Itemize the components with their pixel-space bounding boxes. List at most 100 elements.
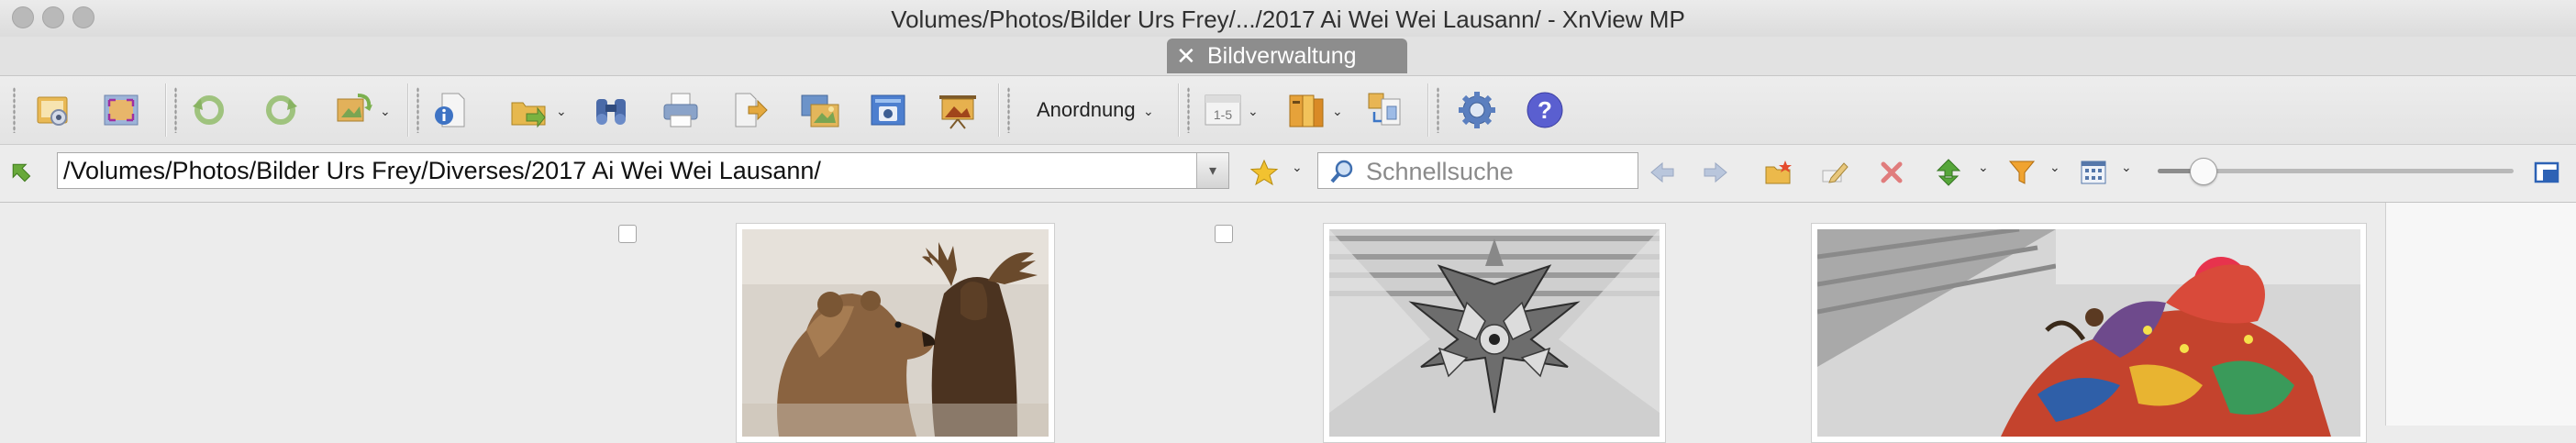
rotate-right-icon xyxy=(266,95,297,125)
properties-button[interactable] xyxy=(427,89,472,131)
delete-icon xyxy=(1881,161,1903,183)
new-folder-button[interactable] xyxy=(1761,156,1794,189)
favorites-button[interactable] xyxy=(1248,156,1281,189)
toolbar-grip[interactable] xyxy=(174,87,177,133)
fullscreen-button[interactable] xyxy=(99,89,143,131)
rotate-right-button[interactable] xyxy=(259,89,303,131)
forward-button[interactable] xyxy=(1699,156,1732,189)
back-button[interactable] xyxy=(1646,156,1679,189)
toolbar-grip[interactable] xyxy=(1187,87,1190,133)
print-button[interactable] xyxy=(659,89,703,131)
toolbar-separator xyxy=(1427,83,1429,137)
browser-content xyxy=(0,203,2576,443)
thumbnail-image[interactable] xyxy=(736,223,1055,443)
bear-and-moose-photo xyxy=(742,229,1049,437)
properties-icon xyxy=(435,93,465,127)
move-to-button[interactable] xyxy=(728,89,772,131)
main-toolbar: ⌄ ⌄ Anordnung ⌄ 1-5 ⌄ ⌄ ? xyxy=(0,76,2576,145)
thumbnail-grid-icon xyxy=(2081,161,2106,184)
slider-knob[interactable] xyxy=(2190,158,2218,185)
move-icon xyxy=(735,93,768,127)
book-icon xyxy=(1289,94,1324,127)
capture-button[interactable] xyxy=(866,89,910,131)
delete-button[interactable] xyxy=(1875,156,1908,189)
settings-icon xyxy=(1459,92,1495,128)
page-range-button[interactable]: 1-5 xyxy=(1202,89,1246,131)
find-button[interactable] xyxy=(589,89,633,131)
toolbar-grip[interactable] xyxy=(1437,87,1439,133)
export-dropdown-icon[interactable]: ⌄ xyxy=(556,104,567,119)
binoculars-icon xyxy=(596,99,626,125)
page-range-dropdown-icon[interactable]: ⌄ xyxy=(1248,104,1259,119)
search-placeholder: Schnellsuche xyxy=(1366,158,1514,185)
open-folder-button[interactable] xyxy=(31,89,75,131)
compare-icon xyxy=(1368,93,1401,126)
page-range-label: 1-5 xyxy=(1214,107,1232,122)
forward-arrow-icon xyxy=(1704,161,1727,183)
book-button[interactable] xyxy=(1284,89,1328,131)
sync-dropdown-icon[interactable]: ⌄ xyxy=(1978,160,1989,175)
filter-dropdown-icon[interactable]: ⌄ xyxy=(2049,160,2060,175)
help-button[interactable]: ? xyxy=(1523,89,1567,131)
view-mode-button[interactable] xyxy=(2077,156,2110,189)
view-mode-dropdown-icon[interactable]: ⌄ xyxy=(2121,160,2132,175)
settings-button[interactable] xyxy=(1455,89,1499,131)
edit-image-icon xyxy=(337,94,372,122)
panel-toggle-button[interactable] xyxy=(2530,156,2563,189)
thumbnail-cell[interactable] xyxy=(1789,203,2386,443)
window-titlebar: Volumes/Photos/Bilder Urs Frey/.../2017 … xyxy=(0,0,2576,37)
chevron-down-icon: ▾ xyxy=(1208,163,1217,179)
sync-button[interactable] xyxy=(1932,156,1965,189)
export-icon xyxy=(511,102,546,128)
slideshow-button[interactable] xyxy=(936,89,980,131)
thumbnail-checkbox[interactable] xyxy=(618,225,637,243)
toolbar-separator xyxy=(407,83,409,137)
toolbar-grip[interactable] xyxy=(416,87,419,133)
thumbnail-image[interactable] xyxy=(1811,223,2367,443)
capture-icon xyxy=(871,94,905,126)
quick-search-input[interactable]: Schnellsuche xyxy=(1317,152,1638,189)
star-icon xyxy=(1249,159,1279,186)
edit-image-button[interactable] xyxy=(332,89,376,131)
search-icon xyxy=(1330,160,1353,183)
arrange-menu[interactable]: Anordnung xyxy=(1037,98,1136,122)
edit-image-dropdown-icon[interactable]: ⌄ xyxy=(380,104,391,119)
svg-text:?: ? xyxy=(1538,96,1552,124)
paper-kite-sculpture-photo xyxy=(1329,229,1660,437)
tab-close-icon[interactable]: ✕ xyxy=(1176,39,1196,73)
thumbnail-cell[interactable] xyxy=(1193,203,1790,443)
new-folder-icon xyxy=(1765,161,1792,184)
filter-button[interactable] xyxy=(2005,156,2038,189)
page-range-icon: 1-5 xyxy=(1205,94,1241,126)
up-folder-button[interactable] xyxy=(6,156,39,189)
toolbar-separator xyxy=(165,83,167,137)
toolbar-separator xyxy=(1178,83,1180,137)
toolbar-grip[interactable] xyxy=(1007,87,1010,133)
path-dropdown-button[interactable]: ▾ xyxy=(1196,153,1228,188)
rename-icon xyxy=(1822,162,1849,183)
thumbnail-image[interactable] xyxy=(1323,223,1666,443)
address-bar: /Volumes/Photos/Bilder Urs Frey/Diverses… xyxy=(0,145,2576,203)
thumbnail-checkbox[interactable] xyxy=(1215,225,1233,243)
toolbar-grip[interactable] xyxy=(13,87,16,133)
thumbnail-cell[interactable] xyxy=(596,203,1194,443)
compare-button[interactable] xyxy=(1363,89,1407,131)
tab-bildverwaltung[interactable]: ✕ Bildverwaltung xyxy=(1167,39,1407,73)
rotate-left-button[interactable] xyxy=(187,89,231,131)
sync-icon xyxy=(1936,159,1961,186)
fullscreen-icon xyxy=(104,94,139,126)
batch-convert-button[interactable] xyxy=(798,89,842,131)
help-icon: ? xyxy=(1527,92,1563,128)
export-button[interactable] xyxy=(506,89,550,131)
rename-button[interactable] xyxy=(1818,156,1851,189)
rotate-left-icon xyxy=(193,95,224,125)
window-title: Volumes/Photos/Bilder Urs Frey/.../2017 … xyxy=(891,6,1685,33)
path-input[interactable]: /Volumes/Photos/Bilder Urs Frey/Diverses… xyxy=(57,152,1229,189)
slideshow-icon xyxy=(939,95,976,129)
book-dropdown-icon[interactable]: ⌄ xyxy=(1332,104,1343,119)
scroll-area[interactable] xyxy=(2385,203,2576,426)
tab-label: Bildverwaltung xyxy=(1207,43,1357,69)
arrange-dropdown-icon[interactable]: ⌄ xyxy=(1143,104,1154,119)
favorites-dropdown-icon[interactable]: ⌄ xyxy=(1292,160,1303,175)
toolbar-separator xyxy=(998,83,1000,137)
